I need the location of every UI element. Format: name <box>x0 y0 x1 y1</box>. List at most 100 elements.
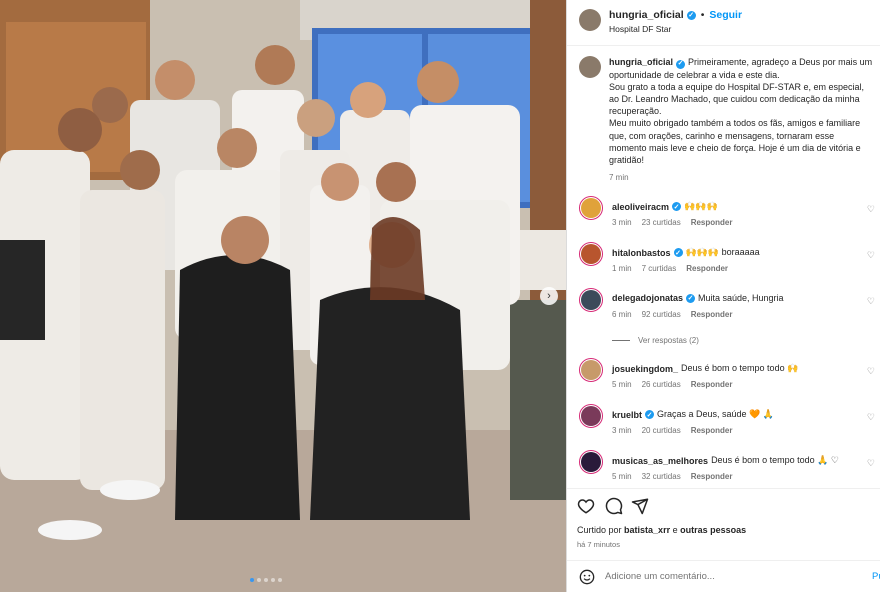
heart-icon[interactable]: ♡ <box>867 250 875 261</box>
comment-line: delegadojonatas ✓ Muita saúde, Hungria <box>612 293 784 303</box>
reply-button[interactable]: Responder <box>691 380 733 389</box>
heart-icon[interactable]: ♡ <box>867 296 875 307</box>
comment-meta: 1 min 7 curtidas Responder <box>612 264 728 273</box>
caption-text: hungria_oficial ✓ Primeiramente, agradeço … <box>609 56 879 166</box>
caption-line-text: Sou grato a toda a equipe do Hospital DF… <box>609 81 864 92</box>
commenter-username[interactable]: delegadojonatas <box>612 293 683 303</box>
comment-line: kruelbt ✓ Graças a Deus, saúde 🧡 🙏 <box>612 409 774 420</box>
caption-line-text: gratidão! <box>609 155 645 166</box>
send-icon[interactable] <box>631 497 649 515</box>
liked-by-user[interactable]: batista_xrr <box>624 525 670 535</box>
comment-item: hitalonbastos ✓ 🙌🙌🙌 boraaaaa 1 min 7 curtida… <box>579 242 879 278</box>
group-photo-illustration <box>0 0 566 592</box>
commenter-username[interactable]: aleoliveiracm <box>612 202 669 212</box>
comment-likes[interactable]: 32 curtidas <box>642 472 681 481</box>
verified-badge-icon: ✓ <box>645 410 655 419</box>
liked-by: Curtido por batista_xrr e outras pessoas <box>577 525 746 535</box>
add-comment-bar: Pu <box>567 560 880 592</box>
comment-time: 1 min <box>612 264 632 273</box>
publish-button[interactable]: Pu <box>872 571 880 582</box>
carousel-dot <box>257 578 261 582</box>
post-age: há 7 minutos <box>577 540 620 549</box>
comment-text: Deus é bom o tempo todo 🙏 ♡ <box>711 455 839 465</box>
follow-button[interactable]: Seguir <box>709 9 742 21</box>
next-photo-button[interactable]: › <box>540 287 558 305</box>
caption-line-text: ao Dr. Leandro Machado, que cuidou com d… <box>609 94 860 104</box>
post-actions <box>567 488 880 528</box>
caption-line: Sou grato a toda a equipe do Hospital DF… <box>609 81 879 93</box>
comment-time: 5 min <box>612 380 632 389</box>
heart-icon[interactable]: ♡ <box>867 204 875 215</box>
caption-line-text: recuperação. <box>609 106 662 117</box>
comment-text: 🙌🙌🙌 boraaaaa <box>685 247 760 257</box>
heart-icon[interactable]: ♡ <box>867 458 875 469</box>
post-side-panel: hungria_oficial ✓ • Seguir Hospital DF S… <box>566 0 880 592</box>
emoji-icon[interactable] <box>579 569 595 585</box>
reply-button[interactable]: Responder <box>686 264 728 273</box>
comment-likes[interactable]: 7 curtidas <box>642 264 677 273</box>
post-location[interactable]: Hospital DF Star <box>609 24 671 34</box>
commenter-avatar[interactable] <box>579 358 603 382</box>
commenter-avatar[interactable] <box>579 450 603 474</box>
author-avatar[interactable] <box>579 56 601 78</box>
comment-icon[interactable] <box>605 497 623 515</box>
liked-by-connector: e <box>672 525 678 535</box>
comment-time: 3 min <box>612 426 632 435</box>
comment-item: kruelbt ✓ Graças a Deus, saúde 🧡 🙏 3 min 20 … <box>579 404 879 440</box>
reply-button[interactable]: Responder <box>691 218 733 227</box>
author-username[interactable]: hungria_oficial <box>609 9 684 21</box>
comment-likes[interactable]: 20 curtidas <box>642 426 681 435</box>
post-caption: hungria_oficial ✓ Primeiramente, agradeço … <box>579 56 879 182</box>
caption-line-text: que, com orações, carinho e mensagens, t… <box>609 130 835 141</box>
reply-button[interactable]: Responder <box>691 426 733 435</box>
commenter-username[interactable]: hitalonbastos <box>612 248 671 258</box>
comment-line: josuekingdom_ Deus é bom o tempo todo 🙌 <box>612 363 798 374</box>
carousel-dot <box>250 578 254 582</box>
commenter-avatar[interactable] <box>579 196 603 220</box>
heart-icon[interactable]: ♡ <box>867 366 875 377</box>
reply-button[interactable]: Responder <box>691 472 733 481</box>
commenter-avatar[interactable] <box>579 288 603 312</box>
carousel-dot <box>278 578 282 582</box>
caption-line: ao Dr. Leandro Machado, que cuidou com d… <box>609 93 879 105</box>
liked-by-others[interactable]: outras pessoas <box>680 525 746 535</box>
post-photo[interactable]: › <box>0 0 566 592</box>
caption-line-text: momento mais leve e cheio de força. Hoje… <box>609 142 861 153</box>
caption-username[interactable]: hungria_oficial <box>609 57 673 67</box>
comment-line: aleoliveiracm ✓ 🙌🙌🙌 <box>612 201 718 212</box>
author-avatar[interactable] <box>579 9 601 31</box>
comment-likes[interactable]: 92 curtidas <box>642 310 681 319</box>
comment-meta: 5 min 26 curtidas Responder <box>612 380 733 389</box>
verified-badge-icon: ✓ <box>686 293 696 303</box>
comment-likes[interactable]: 26 curtidas <box>642 380 681 389</box>
caption-line: momento mais leve e cheio de força. Hoje… <box>609 142 879 154</box>
add-comment-input[interactable] <box>605 571 855 582</box>
commenter-username[interactable]: josuekingdom_ <box>612 364 678 374</box>
verified-badge-icon: ✓ <box>672 202 682 211</box>
reply-button[interactable]: Responder <box>691 310 733 319</box>
comment-likes[interactable]: 23 curtidas <box>642 218 681 227</box>
caption-line: gratidão! <box>609 154 879 166</box>
comment-time: 3 min <box>612 218 632 227</box>
caption-line: recuperação. <box>609 105 879 117</box>
comment-text: Muita saúde, Hungria <box>698 293 784 303</box>
comment-line: musicas_as_melhores Deus é bom o tempo to… <box>612 455 839 466</box>
carousel-dot <box>271 578 275 582</box>
commenter-avatar[interactable] <box>579 404 603 428</box>
commenter-username[interactable]: musicas_as_melhores <box>612 456 708 466</box>
comment-item: musicas_as_melhores Deus é bom o tempo to… <box>579 450 879 486</box>
caption-line-text: oportunidade de celebrar a vida e este d… <box>609 69 780 80</box>
commenter-username[interactable]: kruelbt <box>612 410 642 420</box>
view-replies-button[interactable]: Ver respostas (2) <box>612 336 699 345</box>
verified-badge-icon: ✓ <box>673 248 683 257</box>
heart-icon[interactable] <box>577 497 595 515</box>
commenter-avatar[interactable] <box>579 242 603 266</box>
comment-meta: 3 min 20 curtidas Responder <box>612 426 733 435</box>
caption-line-text: Meu muito obrigado também a todos os fãs… <box>609 118 861 129</box>
comment-meta: 6 min 92 curtidas Responder <box>612 310 733 319</box>
comment-line: hitalonbastos ✓ 🙌🙌🙌 boraaaaa <box>612 247 760 258</box>
view-replies-label: Ver respostas (2) <box>638 336 699 345</box>
heart-icon[interactable]: ♡ <box>867 412 875 423</box>
comment-text: 🙌🙌🙌 <box>684 201 718 211</box>
separator: • <box>700 9 705 21</box>
